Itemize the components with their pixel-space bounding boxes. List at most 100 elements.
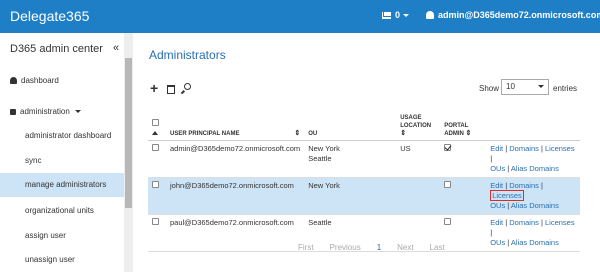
- sidebar-item-label: administration: [20, 107, 70, 116]
- show-label: Show: [479, 84, 500, 93]
- collapse-sidebar-button[interactable]: «: [113, 42, 119, 54]
- separator: |: [540, 217, 543, 227]
- licenses-link[interactable]: Licenses: [545, 144, 575, 153]
- cell-actions: Edit | Domains | Licenses | OUs | Alias …: [486, 214, 580, 252]
- column-header-ou[interactable]: OU: [304, 106, 397, 141]
- sidebar-item-administrator-dashboard[interactable]: administrator dashboard: [0, 124, 124, 148]
- pager-first[interactable]: First: [298, 243, 314, 252]
- sort-icon[interactable]: ⇕: [466, 130, 472, 138]
- portal-admin-checkbox[interactable]: [444, 217, 452, 225]
- cell-ou: New York Seattle: [304, 140, 397, 178]
- sidebar-item-manage-administrators[interactable]: manage administrators: [0, 173, 124, 197]
- sort-icon[interactable]: ⇕: [294, 130, 300, 138]
- column-header-portal-admin[interactable]: PORTAL ADMIN ⇕: [440, 106, 487, 141]
- separator: |: [490, 227, 493, 237]
- domains-link[interactable]: Domains: [509, 218, 539, 227]
- lock-icon: [10, 108, 16, 115]
- page-title: Administrators: [149, 48, 226, 62]
- mail-menu[interactable]: 0: [382, 10, 410, 20]
- sidebar-item-dashboard[interactable]: dashboard: [10, 76, 59, 85]
- alias-domains-link[interactable]: Alias Domains: [511, 164, 559, 173]
- add-icon[interactable]: +: [150, 80, 158, 96]
- user-icon: [426, 11, 434, 19]
- chevron-down-icon: [403, 13, 410, 17]
- select-all-checkbox[interactable]: [152, 118, 159, 126]
- top-bar: Delegate365 0 admin@D365demo72.onmicroso…: [0, 0, 600, 33]
- edit-link[interactable]: Edit: [490, 144, 503, 153]
- ou-value: Seattle: [308, 217, 332, 227]
- user-name: admin@D365demo72.onmicrosoft.com: [438, 10, 600, 20]
- brand-logo[interactable]: Delegate365: [10, 8, 89, 24]
- portal-admin-checkbox[interactable]: [444, 143, 452, 151]
- main-content: Administrators + Show 10 entries USER PR…: [134, 33, 600, 272]
- chevron-down-icon: [74, 110, 81, 113]
- table-row[interactable]: admin@D365demo72.onmicrosoft.com New Yor…: [148, 140, 580, 178]
- sidebar-item-unassign-user[interactable]: unassign user: [0, 248, 124, 272]
- scrollbar-thumb[interactable]: [125, 58, 132, 208]
- sidebar-item-organizational-units[interactable]: organizational units: [0, 199, 124, 223]
- licenses-link[interactable]: Licenses: [490, 189, 524, 201]
- page-size-select[interactable]: 10: [501, 79, 549, 95]
- sidebar-item-sync[interactable]: sync: [0, 149, 124, 173]
- column-header-actions: [486, 106, 580, 141]
- cell-ou: New York: [304, 177, 397, 215]
- envelope-icon: [382, 11, 391, 19]
- sidebar-scrollbar[interactable]: [124, 33, 133, 272]
- cell-upn: john@D365demo72.onmicrosoft.com: [166, 177, 305, 215]
- mail-count: 0: [395, 10, 401, 20]
- portal-admin-checkbox[interactable]: [444, 180, 452, 188]
- separator: |: [505, 180, 508, 190]
- separator: |: [505, 217, 508, 227]
- sidebar-item-administration[interactable]: administration: [10, 107, 81, 116]
- pager-current[interactable]: 1: [377, 243, 381, 252]
- cell-usage-location: US: [396, 140, 441, 178]
- column-label: USAGE LOCATION: [400, 114, 432, 129]
- ou-value: Seattle: [308, 153, 332, 163]
- sort-icon[interactable]: ⇕: [400, 130, 406, 138]
- row-checkbox[interactable]: [152, 217, 159, 225]
- column-header-usage-location[interactable]: USAGE LOCATION ⇕: [396, 106, 441, 141]
- trash-icon[interactable]: [167, 85, 175, 94]
- cell-portal-admin: [440, 177, 487, 215]
- domains-link[interactable]: Domains: [509, 144, 539, 153]
- cell-portal-admin: [440, 140, 487, 178]
- separator: |: [540, 180, 543, 190]
- sort-asc-icon[interactable]: [152, 130, 158, 135]
- column-header-upn[interactable]: USER PRINCIPAL NAME ⇕: [166, 106, 305, 141]
- ou-value: New York: [308, 180, 340, 190]
- sidebar: D365 admin center « dashboard administra…: [0, 33, 133, 272]
- licenses-link[interactable]: Licenses: [545, 218, 575, 227]
- cell-upn: paul@D365demo72.onmicrosoft.com: [166, 214, 305, 252]
- search-icon[interactable]: [184, 83, 191, 90]
- sidebar-item-label: dashboard: [21, 76, 59, 85]
- administrators-table: USER PRINCIPAL NAME ⇕ OU USAGE LOCATION …: [148, 106, 580, 252]
- row-checkbox[interactable]: [152, 143, 159, 151]
- alias-domains-link[interactable]: Alias Domains: [511, 238, 559, 247]
- separator: |: [507, 163, 510, 173]
- separator: |: [507, 237, 510, 247]
- ous-link[interactable]: OUs: [490, 201, 505, 210]
- ous-link[interactable]: OUs: [490, 164, 505, 173]
- sidebar-item-assign-user[interactable]: assign user: [0, 224, 124, 248]
- page-size-value: 10: [506, 82, 515, 91]
- edit-link[interactable]: Edit: [490, 218, 503, 227]
- user-menu[interactable]: admin@D365demo72.onmicrosoft.com: [426, 10, 600, 20]
- ous-link[interactable]: OUs: [490, 238, 505, 247]
- cell-portal-admin: [440, 214, 487, 252]
- pager-last[interactable]: Last: [430, 243, 445, 252]
- pager-previous[interactable]: Previous: [330, 243, 361, 252]
- separator: |: [507, 200, 510, 210]
- row-checkbox[interactable]: [152, 180, 159, 188]
- dashboard-icon: [10, 77, 17, 84]
- edit-link[interactable]: Edit: [490, 181, 503, 190]
- pagination: First Previous 1 Next Last: [298, 243, 445, 252]
- alias-domains-link[interactable]: Alias Domains: [511, 201, 559, 210]
- select-all-header: [148, 106, 166, 141]
- entries-label: entries: [553, 84, 578, 93]
- column-label: USER PRINCIPAL NAME: [170, 130, 240, 137]
- cell-actions: Edit | Domains | Licenses OUs | Alias Do…: [486, 177, 580, 215]
- chevron-down-icon: [538, 85, 544, 88]
- domains-link[interactable]: Domains: [509, 181, 539, 190]
- table-row[interactable]: john@D365demo72.onmicrosoft.com New York…: [148, 177, 580, 215]
- pager-next[interactable]: Next: [397, 243, 413, 252]
